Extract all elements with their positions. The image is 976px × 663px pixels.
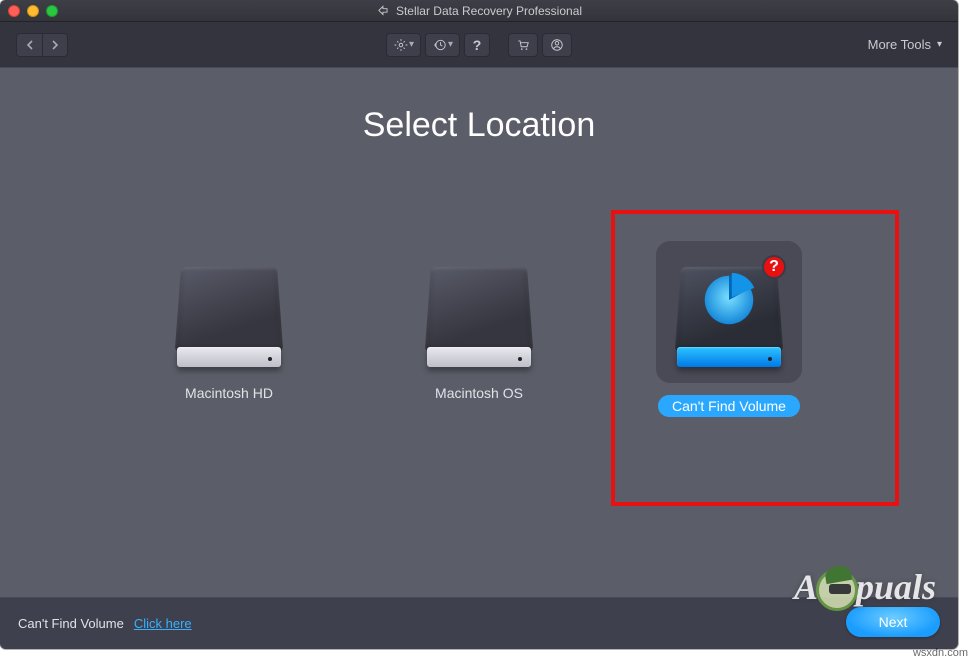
titlebar: Stellar Data Recovery Professional (0, 0, 958, 22)
help-button[interactable]: ? (464, 33, 490, 57)
content-area: Select Location Macintosh HD Macintosh O… (0, 68, 958, 597)
chevron-right-icon (50, 40, 60, 50)
back-button[interactable] (16, 33, 42, 57)
user-icon (549, 38, 565, 52)
account-button[interactable] (542, 33, 572, 57)
drive-icon: ? (670, 255, 788, 373)
chevron-down-icon: ▾ (937, 39, 942, 50)
close-window-button[interactable] (8, 5, 20, 17)
app-window: Stellar Data Recovery Professional ▾ (0, 0, 958, 649)
watermark: wsxdn.com (913, 647, 968, 659)
drive-label: Can't Find Volume (658, 395, 800, 417)
drive-label: Macintosh HD (185, 385, 273, 401)
app-title-text: Stellar Data Recovery Professional (396, 4, 582, 18)
drive-label: Macintosh OS (435, 385, 523, 401)
drive-list: Macintosh HD Macintosh OS ? (0, 255, 958, 417)
history-button[interactable]: ▾ (425, 33, 460, 57)
cart-icon (515, 38, 531, 52)
pie-chart-icon (701, 272, 757, 328)
drive-macintosh-hd[interactable]: Macintosh HD (149, 255, 309, 417)
cart-button[interactable] (508, 33, 538, 57)
toolbar-center: ▾ ▾ ? (386, 33, 572, 57)
page-title: Select Location (0, 68, 958, 145)
zoom-window-button[interactable] (46, 5, 58, 17)
drive-icon (420, 255, 538, 373)
app-icon (376, 4, 390, 18)
forward-button[interactable] (42, 33, 68, 57)
nav-pair (16, 33, 68, 57)
next-button[interactable]: Next (846, 607, 940, 637)
chevron-down-icon: ▾ (448, 39, 453, 50)
toolbar: ▾ ▾ ? (0, 22, 958, 68)
drive-icon (170, 255, 288, 373)
drive-cant-find-volume[interactable]: ? (649, 255, 809, 417)
question-badge-icon: ? (762, 255, 786, 279)
more-tools-label: More Tools (868, 37, 931, 52)
selected-tile: ? (656, 241, 802, 383)
gear-icon (393, 38, 409, 52)
question-icon: ? (473, 37, 482, 53)
footer-text: Can't Find Volume (18, 616, 124, 631)
drive-macintosh-os[interactable]: Macintosh OS (399, 255, 559, 417)
appuals-logo: Apuals (794, 566, 936, 608)
window-title: Stellar Data Recovery Professional (376, 4, 582, 18)
footer-link[interactable]: Click here (134, 616, 192, 631)
settings-button[interactable]: ▾ (386, 33, 421, 57)
history-icon (432, 38, 448, 52)
chevron-left-icon (25, 40, 35, 50)
minimize-window-button[interactable] (27, 5, 39, 17)
window-controls (8, 5, 58, 17)
more-tools-menu[interactable]: More Tools ▾ (868, 37, 942, 52)
chevron-down-icon: ▾ (409, 39, 414, 50)
